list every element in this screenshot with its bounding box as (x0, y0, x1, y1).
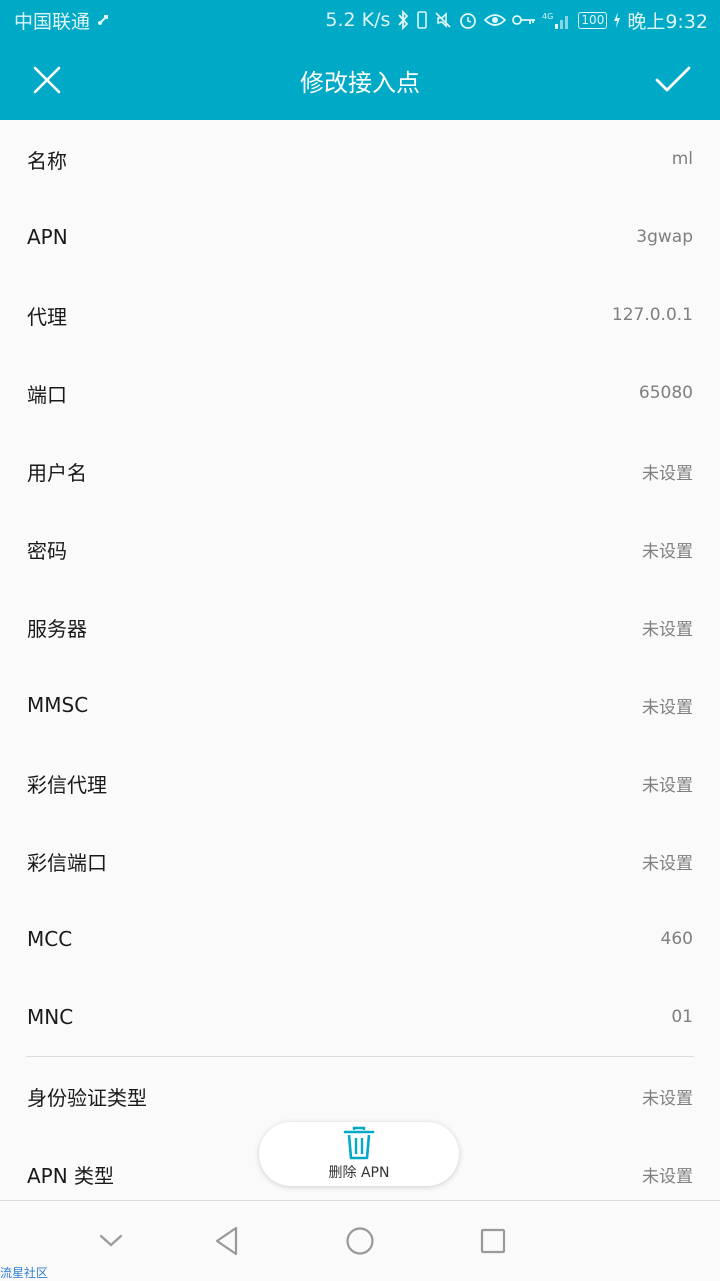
setting-row-mms-port[interactable]: 彩信端口 未设置 (0, 822, 720, 900)
setting-value: 未设置 (642, 619, 693, 640)
home-icon (346, 1227, 374, 1255)
key-icon (512, 13, 536, 27)
vibrate-icon (416, 11, 428, 29)
confirm-button[interactable] (645, 52, 701, 108)
back-button[interactable] (207, 1221, 247, 1261)
trash-icon (343, 1126, 375, 1160)
setting-label: MCC (27, 927, 73, 951)
back-icon (215, 1226, 238, 1256)
setting-label: 密码 (27, 538, 67, 563)
network-speed: 5.2 K/s (325, 9, 391, 31)
setting-label: 彩信端口 (27, 850, 107, 875)
chevron-down-icon (99, 1234, 123, 1247)
setting-label: APN (27, 225, 68, 249)
setting-value: 01 (671, 1007, 693, 1027)
apn-settings-list: 名称 ml APN 3gwap 代理 127.0.0.1 端口 65080 用户… (0, 120, 720, 1213)
eye-icon (484, 12, 507, 28)
setting-value: 未设置 (642, 1166, 693, 1187)
setting-label: 端口 (27, 382, 67, 407)
setting-row-mmsc[interactable]: MMSC 未设置 (0, 666, 720, 744)
delete-apn-button[interactable]: 删除 APN (259, 1122, 459, 1186)
app-bar: 修改接入点 (0, 40, 720, 120)
setting-row-server[interactable]: 服务器 未设置 (0, 588, 720, 666)
rocket-icon (96, 13, 110, 27)
setting-label: 代理 (27, 304, 67, 329)
setting-value: 127.0.0.1 (611, 305, 693, 325)
navigation-bar (0, 1200, 720, 1280)
recents-button[interactable] (473, 1221, 513, 1261)
close-button[interactable] (19, 52, 75, 108)
watermark: 流星社区 (0, 1266, 49, 1280)
setting-value: 未设置 (642, 697, 693, 718)
setting-row-apn[interactable]: APN 3gwap (0, 198, 720, 276)
check-icon (655, 66, 691, 92)
svg-text:4G: 4G (542, 12, 553, 21)
setting-label: 用户名 (27, 460, 87, 485)
setting-row-port[interactable]: 端口 65080 (0, 354, 720, 432)
setting-row-mnc[interactable]: MNC 01 (0, 978, 720, 1056)
setting-label: 服务器 (27, 616, 87, 641)
setting-label: APN 类型 (27, 1163, 115, 1188)
charging-icon (613, 12, 621, 28)
setting-value: 65080 (638, 383, 693, 403)
signal-icon: 4G (542, 10, 572, 30)
setting-value: 未设置 (642, 463, 693, 484)
setting-label: 身份验证类型 (27, 1085, 147, 1110)
page-title: 修改接入点 (300, 68, 420, 97)
setting-label: MMSC (27, 693, 89, 717)
setting-label: MNC (27, 1005, 74, 1029)
setting-value: 460 (660, 929, 693, 949)
setting-row-password[interactable]: 密码 未设置 (0, 510, 720, 588)
alarm-icon (458, 10, 478, 30)
mute-icon (434, 11, 452, 29)
setting-row-username[interactable]: 用户名 未设置 (0, 432, 720, 510)
setting-value: 未设置 (642, 853, 693, 874)
recents-icon (480, 1228, 506, 1254)
bluetooth-icon (396, 10, 410, 30)
setting-row-name[interactable]: 名称 ml (0, 120, 720, 198)
clock-time: 晚上9:32 (627, 10, 708, 33)
setting-row-mcc[interactable]: MCC 460 (0, 900, 720, 978)
setting-label: 名称 (27, 148, 67, 173)
setting-value: 未设置 (642, 1088, 693, 1109)
delete-apn-label: 删除 APN (328, 1165, 390, 1181)
status-bar: 中国联通 5.2 K/s 4G 100 晚上9:32 (0, 0, 720, 40)
home-button[interactable] (340, 1221, 380, 1261)
setting-value: ml (671, 149, 693, 169)
close-icon (33, 66, 61, 94)
carrier-name: 中国联通 (14, 10, 91, 33)
battery-level: 100 (581, 12, 605, 27)
battery-icon: 100 (578, 11, 608, 29)
setting-label: 彩信代理 (27, 772, 107, 797)
setting-value: 3gwap (636, 227, 693, 247)
setting-row-proxy[interactable]: 代理 127.0.0.1 (0, 276, 720, 354)
setting-value: 未设置 (642, 775, 693, 796)
setting-row-mms-proxy[interactable]: 彩信代理 未设置 (0, 744, 720, 822)
hide-nav-button[interactable] (91, 1221, 131, 1261)
setting-value: 未设置 (642, 541, 693, 562)
